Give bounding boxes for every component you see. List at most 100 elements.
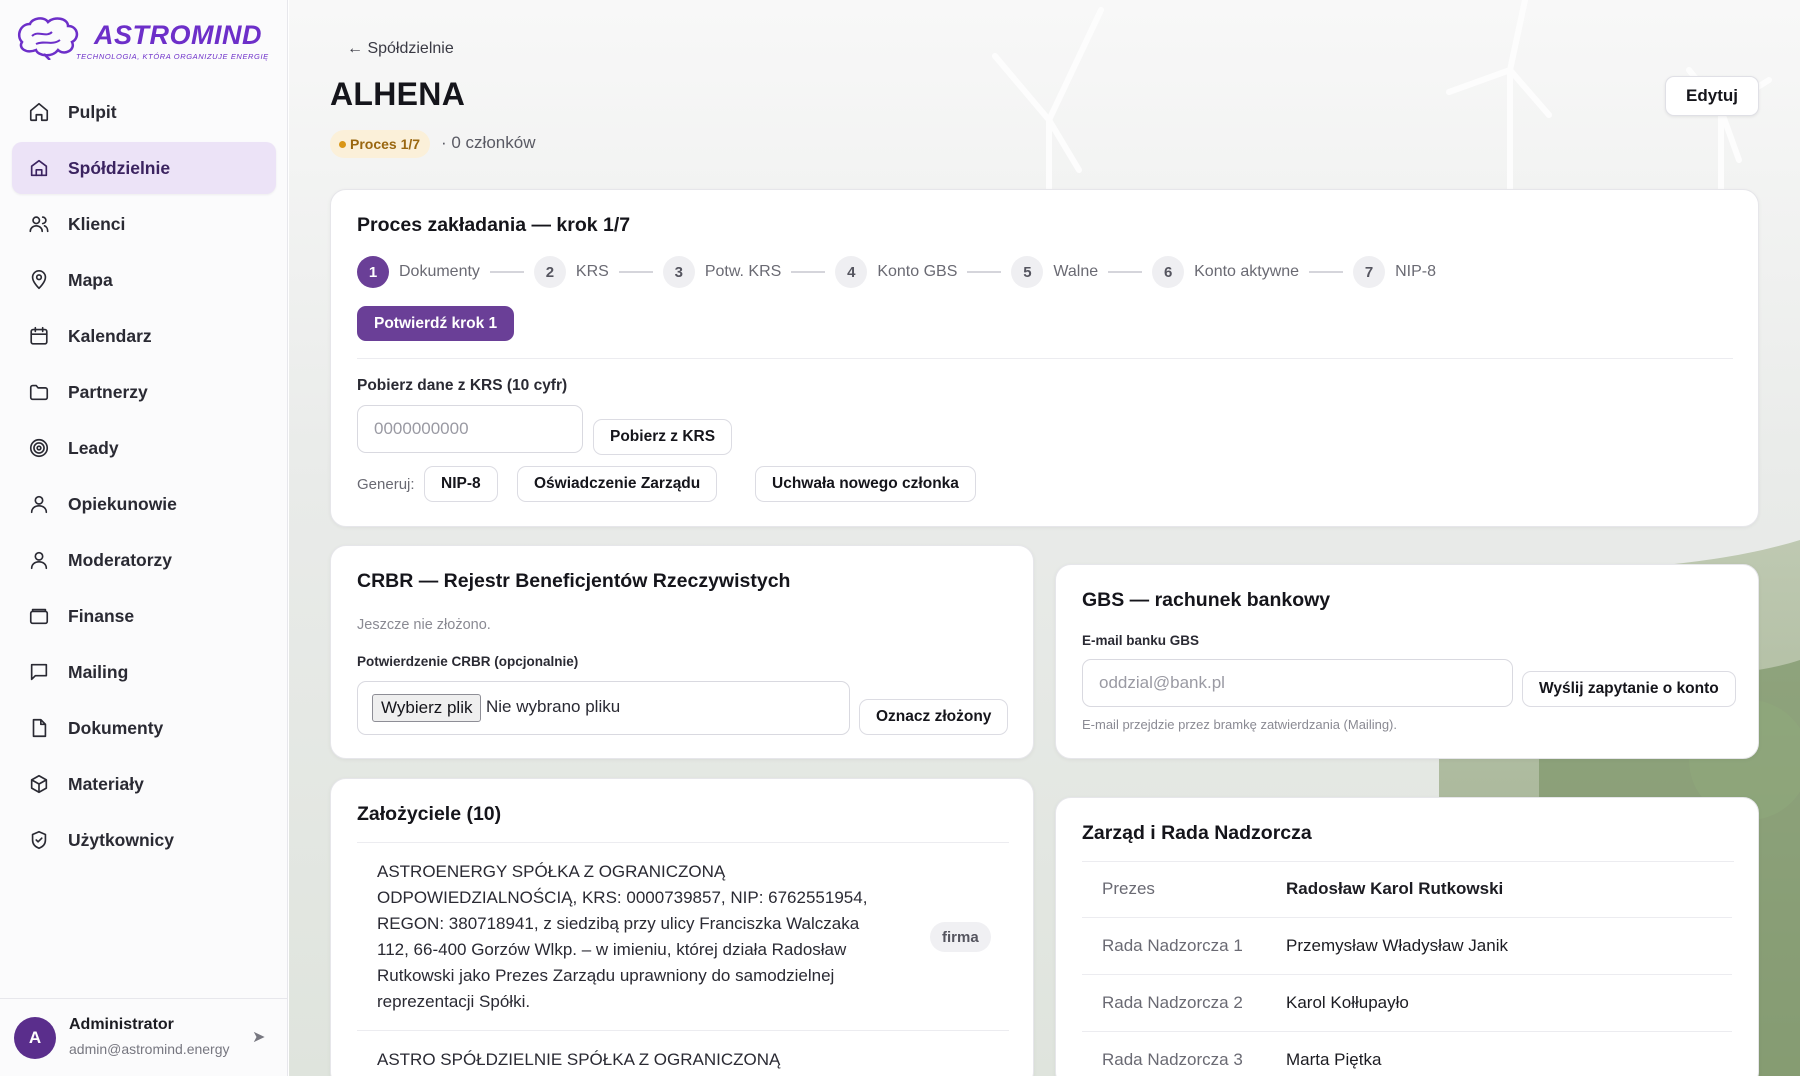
store-icon bbox=[30, 159, 48, 177]
step-number: 6 bbox=[1152, 256, 1185, 288]
step-4[interactable]: 4 Konto GBS bbox=[835, 256, 957, 288]
sidebar-item-mailing[interactable]: Mailing bbox=[12, 646, 276, 698]
step-label: Walne bbox=[1053, 263, 1099, 280]
divider bbox=[357, 358, 1733, 359]
step-3[interactable]: 3 Potw. KRS bbox=[662, 256, 782, 288]
user-email: admin@astromind.energy bbox=[69, 1041, 230, 1057]
board-role: Rada Nadzorcza 1 bbox=[1102, 936, 1243, 955]
users-icon bbox=[29, 216, 49, 233]
krs-input[interactable] bbox=[357, 405, 583, 453]
sidebar-item-label: Kalendarz bbox=[68, 325, 152, 346]
step-1[interactable]: 1 Dokumenty bbox=[357, 256, 480, 288]
sidebar-item-leady[interactable]: Leady bbox=[12, 422, 276, 474]
calendar-icon bbox=[30, 326, 48, 345]
sidebar-item-label: Opiekunowie bbox=[68, 493, 177, 514]
board-row: Prezes Radosław Karol Rutkowski bbox=[1082, 861, 1732, 918]
fetch-krs-button[interactable]: Pobierz z KRS bbox=[593, 419, 733, 455]
step-number: 1 bbox=[357, 256, 389, 288]
user-name: Administrator bbox=[69, 1016, 174, 1033]
sidebar-item-klienci[interactable]: Klienci bbox=[12, 198, 276, 250]
crbr-file-input[interactable]: Wybierz plik Nie wybrano pliku bbox=[357, 681, 850, 735]
board-row: Rada Nadzorcza 2 Karol Kołłupayło bbox=[1082, 975, 1732, 1032]
board-title: Zarząd i Rada Nadzorcza bbox=[1082, 822, 1312, 844]
board-person: Karol Kołłupayło bbox=[1286, 993, 1409, 1012]
sidebar-item-kalendarz[interactable]: Kalendarz bbox=[12, 310, 276, 362]
board-card: Zarząd i Rada Nadzorcza Prezes Radosław … bbox=[1055, 797, 1759, 1076]
sidebar-item-label: Mapa bbox=[68, 269, 113, 290]
sidebar-item-label: Partnerzy bbox=[68, 381, 148, 402]
divider bbox=[357, 842, 1009, 843]
step-number: 4 bbox=[835, 256, 868, 288]
step-5[interactable]: 5 Walne bbox=[1011, 256, 1098, 288]
send-account-request-button[interactable]: Wyślij zapytanie o konto bbox=[1522, 671, 1736, 707]
sidebar-item-spoldzielnie[interactable]: Spółdzielnie bbox=[12, 142, 276, 194]
step-connector bbox=[1309, 271, 1344, 273]
mark-submitted-button[interactable]: Oznacz złożony bbox=[859, 699, 1009, 735]
sidebar: ASTROMIND TECHNOLOGIA, KTÓRA ORGANIZUJE … bbox=[0, 0, 288, 1076]
step-connector bbox=[967, 271, 1002, 273]
gbs-email-label: E-mail banku GBS bbox=[1082, 633, 1200, 648]
generate-oswiadczenie-button[interactable]: Oświadczenie Zarządu bbox=[517, 466, 718, 502]
step-connector bbox=[489, 271, 524, 273]
step-7[interactable]: 7 NIP-8 bbox=[1353, 256, 1436, 288]
message-icon bbox=[30, 663, 48, 681]
sidebar-item-label: Materiały bbox=[68, 773, 144, 794]
sidebar-item-dokumenty[interactable]: Dokumenty bbox=[12, 702, 276, 754]
avatar: A bbox=[14, 1017, 56, 1059]
confirm-step-button[interactable]: Potwierdź krok 1 bbox=[357, 306, 515, 341]
step-label: Potw. KRS bbox=[704, 263, 782, 280]
brand-tagline: TECHNOLOGIA, KTÓRA ORGANIZUJE ENERGIĘ bbox=[76, 52, 269, 61]
brand-name: ASTROMIND bbox=[94, 20, 262, 50]
step-label: KRS bbox=[575, 263, 609, 280]
sidebar-item-uzytkownicy[interactable]: Użytkownicy bbox=[12, 814, 276, 866]
target-icon bbox=[29, 438, 49, 458]
gbs-hint: E-mail przejdzie przez bramkę zatwierdza… bbox=[1082, 717, 1397, 732]
sidebar-item-label: Spółdzielnie bbox=[68, 157, 171, 178]
step-label: Konto aktywne bbox=[1194, 263, 1300, 280]
edit-button[interactable]: Edytuj bbox=[1665, 76, 1759, 116]
file-status: Nie wybrano pliku bbox=[486, 697, 621, 716]
gbs-email-input[interactable] bbox=[1082, 659, 1513, 707]
brand-logo[interactable]: ASTROMIND TECHNOLOGIA, KTÓRA ORGANIZUJE … bbox=[14, 14, 268, 64]
board-row: Rada Nadzorcza 1 Przemysław Władysław Ja… bbox=[1082, 918, 1732, 975]
status-badge: Proces 1/7 bbox=[330, 130, 431, 158]
sidebar-item-opiekunowie[interactable]: Opiekunowie bbox=[12, 478, 276, 530]
founders-card: Założyciele (10) ASTROENERGY SPÓŁKA Z OG… bbox=[330, 778, 1034, 1076]
generate-nip8-button[interactable]: NIP-8 bbox=[424, 466, 498, 502]
crbr-status: Jeszcze nie złożono. bbox=[357, 617, 491, 633]
founders-title: Założyciele (10) bbox=[357, 803, 502, 825]
sidebar-item-label: Dokumenty bbox=[68, 717, 164, 738]
back-link[interactable]: ← Spółdzielnie bbox=[347, 40, 454, 58]
sidebar-item-materialy[interactable]: Materiały bbox=[12, 758, 276, 810]
user-profile[interactable]: A Administrator admin@astromind.energy ➤ bbox=[0, 998, 288, 1076]
map-pin-icon bbox=[31, 270, 47, 290]
step-number: 5 bbox=[1011, 256, 1044, 288]
step-number: 2 bbox=[533, 256, 566, 288]
board-role: Rada Nadzorcza 3 bbox=[1102, 1050, 1243, 1069]
step-6[interactable]: 6 Konto aktywne bbox=[1152, 256, 1299, 288]
step-connector bbox=[618, 271, 653, 273]
sidebar-item-partnerzy[interactable]: Partnerzy bbox=[12, 366, 276, 418]
box-icon bbox=[30, 774, 48, 794]
sidebar-item-label: Klienci bbox=[68, 213, 126, 234]
sidebar-item-mapa[interactable]: Mapa bbox=[12, 254, 276, 306]
founder-item-text: ASTRO SPÓŁDZIELNIE SPÓŁKA Z OGRANICZONĄ bbox=[377, 1050, 781, 1069]
choose-file-button[interactable]: Wybierz plik bbox=[372, 694, 482, 722]
step-2[interactable]: 2 KRS bbox=[533, 256, 609, 288]
sidebar-item-moderatorzy[interactable]: Moderatorzy bbox=[12, 534, 276, 586]
process-card: Proces zakładania — krok 1/7 1 Dokumenty … bbox=[330, 189, 1759, 527]
process-title: Proces zakładania — krok 1/7 bbox=[357, 214, 631, 236]
step-label: Dokumenty bbox=[399, 263, 480, 280]
generate-uchwala-button[interactable]: Uchwała nowego członka bbox=[755, 466, 976, 502]
sidebar-item-pulpit[interactable]: Pulpit bbox=[12, 86, 276, 138]
krs-label: Pobierz dane z KRS (10 cyfr) bbox=[357, 377, 568, 394]
board-person: Radosław Karol Rutkowski bbox=[1286, 879, 1504, 898]
crbr-card: CRBR — Rejestr Beneficjentów Rzeczywisty… bbox=[330, 545, 1034, 759]
board-role: Prezes bbox=[1102, 879, 1155, 898]
sidebar-item-label: Użytkownicy bbox=[68, 829, 174, 850]
sidebar-item-label: Mailing bbox=[68, 661, 129, 682]
board-person: Marta Piętka bbox=[1286, 1050, 1382, 1069]
logout-arrow-icon[interactable]: ➤ bbox=[252, 1027, 265, 1047]
sidebar-item-finanse[interactable]: Finanse bbox=[12, 590, 276, 642]
home-icon bbox=[29, 102, 49, 122]
